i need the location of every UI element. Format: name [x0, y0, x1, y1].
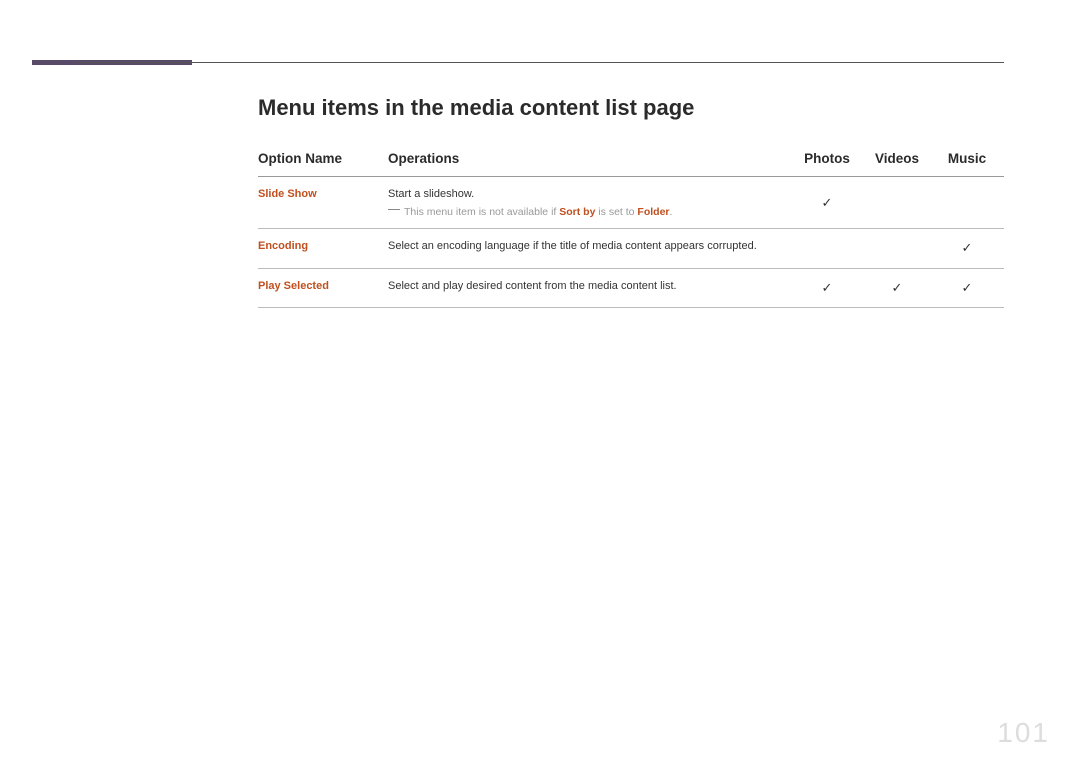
- operation-text: Start a slideshow.: [388, 185, 790, 204]
- check-videos: [864, 177, 934, 229]
- operation-note: This menu item is not available if Sort …: [388, 204, 790, 221]
- option-name-cell: Encoding: [258, 229, 388, 268]
- check-music: ✓: [934, 229, 1004, 268]
- header-divider: [76, 62, 1004, 63]
- note-text-prefix: This menu item is not available if: [404, 206, 559, 218]
- header-photos: Photos: [794, 141, 864, 177]
- check-music: [934, 177, 1004, 229]
- note-dash-icon: [388, 209, 400, 210]
- check-videos: ✓: [864, 268, 934, 307]
- table-row: Play Selected Select and play desired co…: [258, 268, 1004, 307]
- option-name-cell: Slide Show: [258, 177, 388, 229]
- table-row: Encoding Select an encoding language if …: [258, 229, 1004, 268]
- main-content: Menu items in the media content list pag…: [258, 95, 1004, 308]
- operations-cell: Start a slideshow. This menu item is not…: [388, 177, 794, 229]
- check-photos: [794, 229, 864, 268]
- note-bold-sortby: Sort by: [559, 206, 595, 218]
- header-operations: Operations: [388, 141, 794, 177]
- check-photos: ✓: [794, 268, 864, 307]
- table-header-row: Option Name Operations Photos Videos Mus…: [258, 141, 1004, 177]
- header-music: Music: [934, 141, 1004, 177]
- note-text-mid: is set to: [595, 206, 637, 218]
- table-row: Slide Show Start a slideshow. This menu …: [258, 177, 1004, 229]
- header-videos: Videos: [864, 141, 934, 177]
- note-bold-folder: Folder: [637, 206, 669, 218]
- check-music: ✓: [934, 268, 1004, 307]
- check-photos: ✓: [794, 177, 864, 229]
- page-number: 101: [997, 717, 1050, 749]
- check-videos: [864, 229, 934, 268]
- menu-items-table: Option Name Operations Photos Videos Mus…: [258, 141, 1004, 308]
- operation-text: Select an encoding language if the title…: [388, 237, 790, 256]
- section-title: Menu items in the media content list pag…: [258, 95, 1004, 121]
- operations-cell: Select and play desired content from the…: [388, 268, 794, 307]
- operations-cell: Select an encoding language if the title…: [388, 229, 794, 268]
- operation-text: Select and play desired content from the…: [388, 277, 790, 296]
- header-option-name: Option Name: [258, 141, 388, 177]
- option-name-cell: Play Selected: [258, 268, 388, 307]
- note-text-suffix: .: [670, 206, 673, 218]
